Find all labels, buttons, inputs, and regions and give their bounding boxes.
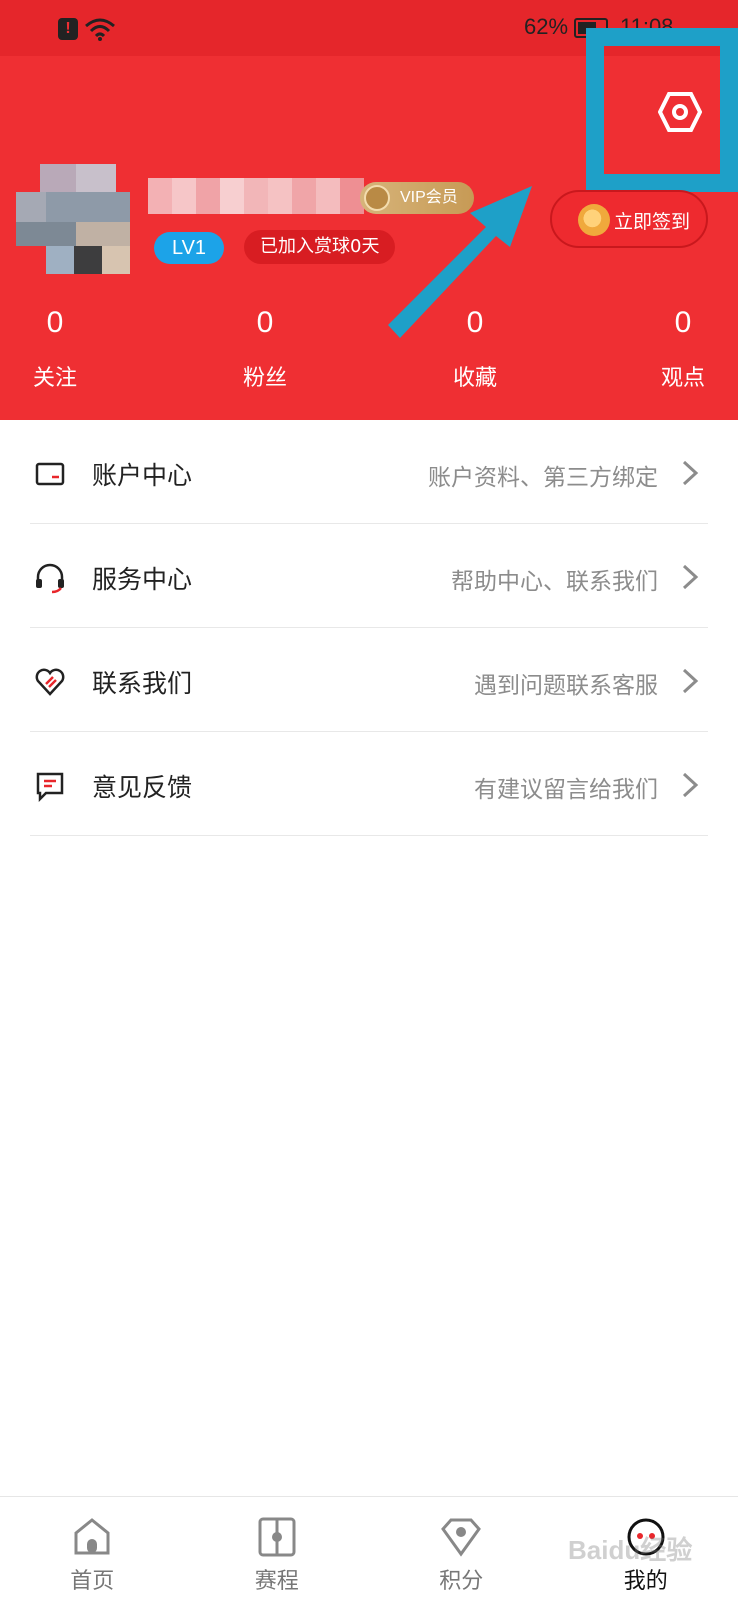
schedule-icon <box>258 1517 296 1557</box>
stat-value: 0 <box>466 306 484 339</box>
menu-title: 联系我们 <box>92 669 193 698</box>
vip-badge: VIP会员 <box>360 182 474 214</box>
wifi-icon <box>85 18 115 41</box>
username-blurred <box>148 178 364 214</box>
card-icon <box>35 462 65 486</box>
menu-desc: 有建议留言给我们 <box>474 777 658 803</box>
tab-label: 我的 <box>623 1569 668 1594</box>
tab-label: 赛程 <box>254 1569 299 1594</box>
sign-in-label: 立即签到 <box>614 211 691 233</box>
stat-label: 观点 <box>660 366 705 391</box>
stat-value: 0 <box>46 306 64 339</box>
menu-title: 服务中心 <box>92 565 193 594</box>
chevron-right-icon <box>682 772 699 798</box>
vip-crown-icon <box>364 185 390 211</box>
alert-icon: ! <box>58 18 78 40</box>
chevron-right-icon <box>682 564 699 590</box>
tab-label: 首页 <box>70 1569 115 1594</box>
stat-fans[interactable]: 0 粉丝 <box>210 306 320 392</box>
menu-desc: 遇到问题联系客服 <box>474 673 658 699</box>
coin-icon <box>578 204 610 236</box>
profile-header: ! 62% 11:08 VIP会员 LV1 已加入赏球0天 立即签到 0 关注 … <box>0 0 738 420</box>
battery-percent: 62% <box>524 14 569 39</box>
stat-favorites[interactable]: 0 收藏 <box>420 306 530 392</box>
sign-in-button[interactable]: 立即签到 <box>550 190 708 248</box>
tab-profile[interactable]: 我的 <box>554 1497 738 1600</box>
level-badge: LV1 <box>154 232 224 264</box>
home-icon <box>74 1518 110 1555</box>
menu-item-account-center[interactable]: 账户中心 账户资料、第三方绑定 <box>30 420 708 524</box>
stat-label: 关注 <box>32 366 77 391</box>
menu-item-service-center[interactable]: 服务中心 帮助中心、联系我们 <box>30 524 708 628</box>
heart-icon <box>35 668 65 696</box>
stat-following[interactable]: 0 关注 <box>0 306 110 392</box>
menu-item-contact-us[interactable]: 联系我们 遇到问题联系客服 <box>30 628 708 732</box>
menu-list: 账户中心 账户资料、第三方绑定 服务中心 帮助中心、联系我们 联系我们 遇到问题… <box>0 420 738 836</box>
avatar[interactable] <box>16 164 130 274</box>
headset-icon <box>36 563 64 594</box>
tab-home[interactable]: 首页 <box>0 1497 185 1600</box>
tab-points[interactable]: 积分 <box>369 1497 554 1600</box>
chevron-right-icon <box>682 460 699 486</box>
menu-title: 账户中心 <box>92 461 193 490</box>
vip-label: VIP会员 <box>400 189 458 206</box>
tab-schedule[interactable]: 赛程 <box>185 1497 370 1600</box>
chevron-right-icon <box>682 668 699 694</box>
tab-label: 积分 <box>439 1569 484 1594</box>
menu-desc: 账户资料、第三方绑定 <box>428 465 658 491</box>
menu-item-feedback[interactable]: 意见反馈 有建议留言给我们 <box>30 732 708 836</box>
settings-highlight-box <box>586 28 738 192</box>
joined-days-badge: 已加入赏球0天 <box>244 230 396 264</box>
stat-value: 0 <box>674 306 692 339</box>
stat-label: 粉丝 <box>242 366 287 391</box>
chat-icon <box>36 772 64 802</box>
menu-title: 意见反馈 <box>92 773 193 802</box>
stat-label: 收藏 <box>452 366 497 391</box>
stat-value: 0 <box>256 306 274 339</box>
stat-opinions[interactable]: 0 观点 <box>628 306 738 392</box>
profile-icon <box>627 1518 665 1556</box>
menu-desc: 帮助中心、联系我们 <box>451 569 658 595</box>
points-icon <box>441 1518 482 1557</box>
bottom-tab-bar: 首页 赛程 积分 我的 <box>0 1496 738 1600</box>
